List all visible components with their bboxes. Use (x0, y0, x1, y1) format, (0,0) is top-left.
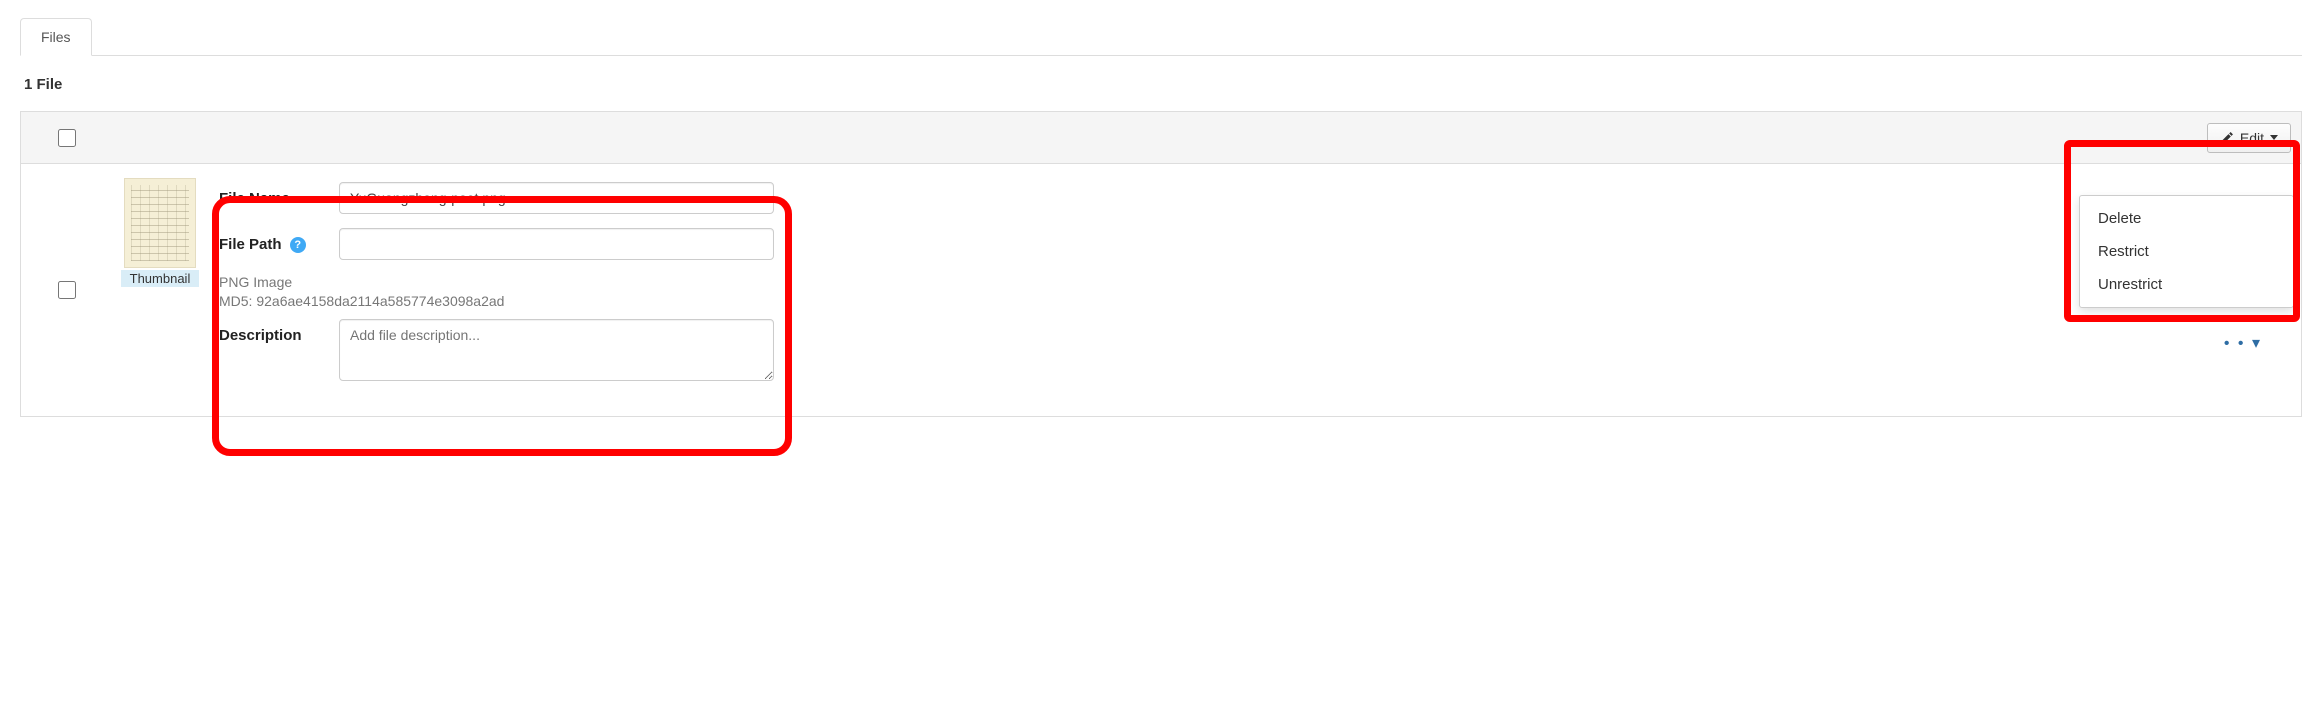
menu-item-restrict[interactable]: Restrict (2080, 235, 2293, 268)
tabs-row: Files (20, 18, 2302, 56)
description-label: Description (219, 319, 339, 344)
file-name-input[interactable] (339, 182, 774, 214)
row-actions-icon[interactable]: • • ▾ (2224, 333, 2262, 353)
file-type-text: PNG Image (219, 274, 2093, 290)
edit-dropdown: Delete Restrict Unrestrict (2079, 195, 2294, 308)
thumbnail-label: Thumbnail (121, 270, 199, 287)
pencil-icon (2220, 131, 2234, 145)
edit-button-label: Edit (2240, 130, 2264, 146)
menu-item-delete[interactable]: Delete (2080, 202, 2293, 235)
edit-button[interactable]: Edit (2207, 123, 2291, 153)
file-md5-text: MD5: 92a6ae4158da2114a585774e3098a2ad (219, 293, 2093, 309)
file-name-label: File Name (219, 182, 339, 207)
file-path-input[interactable] (339, 228, 774, 260)
menu-item-unrestrict[interactable]: Unrestrict (2080, 268, 2293, 301)
row-checkbox[interactable] (58, 281, 76, 299)
help-icon[interactable]: ? (290, 237, 306, 253)
table-row: Thumbnail File Name File Path (21, 164, 2301, 416)
files-table: Edit Thumbnail File Name (20, 111, 2302, 417)
caret-down-icon (2270, 135, 2278, 140)
file-count: 1 File (24, 76, 2302, 93)
file-path-label: File Path ? (219, 228, 339, 253)
select-all-checkbox[interactable] (58, 129, 76, 147)
thumbnail-image[interactable] (124, 178, 196, 268)
description-input[interactable] (339, 319, 774, 381)
tab-files[interactable]: Files (20, 18, 92, 56)
